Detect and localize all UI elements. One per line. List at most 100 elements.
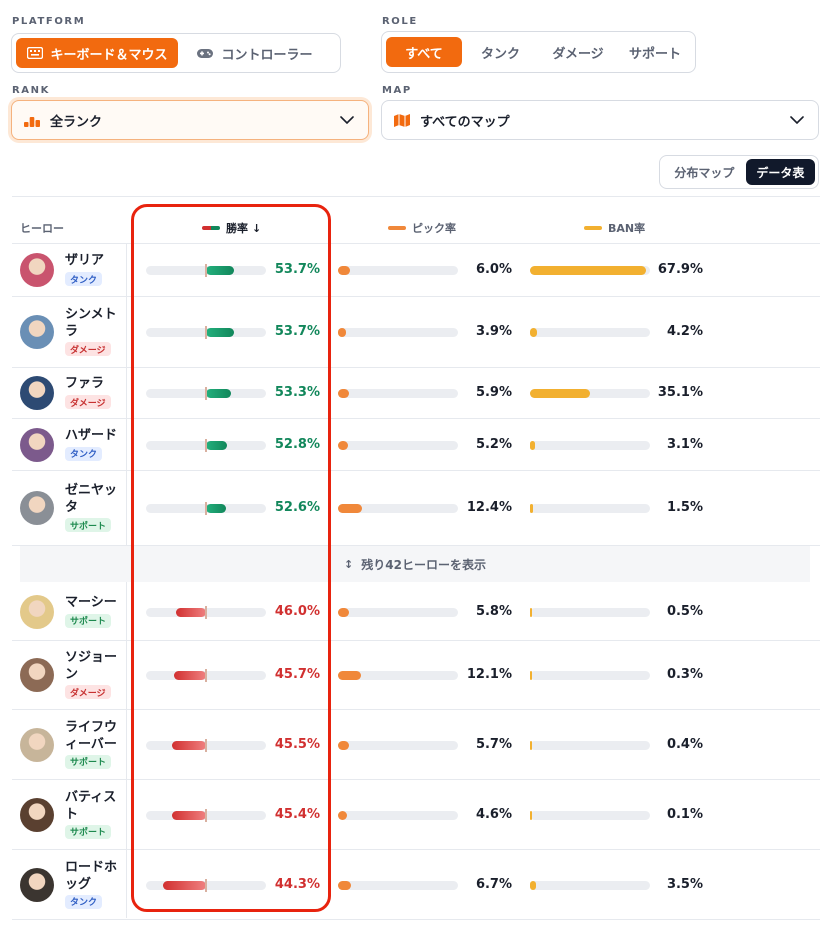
pickrate-bar	[338, 440, 458, 450]
winrate-baseline-marker	[205, 738, 207, 752]
table-row[interactable]: ソジョーン ダメージ 45.7% 12.1% 0.3%	[12, 641, 820, 710]
role-badge: サポート	[65, 754, 112, 769]
hero-name[interactable]: ロードホッグ	[65, 859, 127, 893]
pickrate-swatch	[388, 226, 406, 230]
table-row[interactable]: マーシー サポート 46.0% 5.8% 0.5%	[12, 583, 820, 641]
table-row[interactable]: ゼニヤッタ サポート 52.6% 12.4% 1.5%	[12, 471, 820, 546]
winrate-bar	[146, 438, 266, 452]
hero-avatar	[20, 797, 54, 832]
table-row[interactable]: ハザード タンク 52.8% 5.2% 3.1%	[12, 419, 820, 471]
rank-bars-icon	[24, 113, 40, 127]
pickrate-bar-fill	[338, 504, 362, 513]
distribution-map-tab[interactable]: 分布マップ	[663, 159, 746, 185]
map-select[interactable]: すべてのマップ	[381, 100, 819, 140]
pickrate-bar-fill	[338, 440, 348, 450]
gamepad-icon	[197, 48, 214, 59]
winrate-bar-fill	[163, 880, 206, 890]
table-row[interactable]: シンメトラ ダメージ 53.7% 3.9% 4.2%	[12, 297, 820, 368]
table-row[interactable]: バティスト サポート 45.4% 4.6% 0.1%	[12, 780, 820, 850]
banrate-bar	[530, 440, 650, 450]
winrate-value: 45.5%	[274, 736, 320, 752]
chevron-down-icon	[790, 116, 804, 124]
winrate-value: 52.6%	[274, 500, 320, 515]
winrate-bar-fill	[206, 328, 234, 337]
banrate-bar-fill	[530, 328, 538, 337]
hero-avatar	[20, 491, 54, 525]
hero-name[interactable]: シンメトラ	[65, 306, 127, 340]
banrate-bar	[530, 740, 650, 750]
platform-controller-label: コントローラー	[221, 47, 313, 63]
pickrate-bar	[338, 504, 458, 513]
hero-avatar	[20, 376, 54, 410]
winrate-bar-fill	[176, 607, 206, 617]
platform-label: PLATFORM	[12, 16, 86, 27]
banrate-bar-fill	[530, 504, 533, 513]
map-label: MAP	[382, 85, 412, 96]
role-damage-button[interactable]: ダメージ	[539, 37, 617, 67]
sort-desc-icon: ↓	[252, 221, 262, 235]
banrate-bar-fill	[530, 671, 532, 680]
banrate-bar-fill	[530, 440, 536, 450]
data-table-tab[interactable]: データ表	[745, 159, 815, 185]
hero-name[interactable]: ライフウィーバー	[65, 719, 127, 753]
winrate-bar	[146, 605, 266, 619]
role-badge: サポート	[65, 613, 112, 628]
pickrate-bar-fill	[338, 266, 350, 275]
role-label: ROLE	[382, 16, 418, 27]
hero-avatar	[20, 253, 54, 287]
table-row[interactable]: ザリア タンク 53.7% 6.0% 67.9%	[12, 244, 820, 297]
hero-name[interactable]: ファラ	[65, 375, 135, 392]
hero-name[interactable]: ザリア	[65, 252, 135, 269]
hero-name[interactable]: ゼニヤッタ	[65, 482, 127, 516]
hero-avatar	[20, 594, 54, 629]
banrate-bar-fill	[530, 740, 532, 750]
banrate-bar	[530, 504, 650, 513]
banrate-bar-fill	[530, 607, 532, 617]
pickrate-value: 6.0%	[475, 262, 512, 277]
role-badge: サポート	[65, 824, 112, 839]
role-all-button[interactable]: すべて	[386, 37, 462, 67]
banrate-bar	[530, 880, 650, 890]
table-row[interactable]: ロードホッグ タンク 44.3% 6.7% 3.5%	[12, 850, 820, 920]
banrate-bar	[530, 389, 650, 398]
winrate-value: 45.7%	[274, 667, 320, 682]
banrate-column-header[interactable]: BAN率	[584, 220, 645, 236]
hero-name[interactable]: バティスト	[65, 789, 127, 823]
winrate-swatch	[202, 226, 220, 230]
platform-keyboard-mouse-label: キーボード＆マウス	[50, 47, 168, 63]
platform-controller-button[interactable]: コントローラー	[180, 38, 330, 68]
winrate-bar-fill	[172, 740, 206, 750]
winrate-bar-fill	[206, 389, 231, 398]
table-row[interactable]: ファラ ダメージ 53.3% 5.9% 35.1%	[12, 368, 820, 419]
platform-keyboard-mouse-button[interactable]: キーボード＆マウス	[16, 38, 178, 68]
winrate-value: 44.3%	[274, 876, 320, 892]
pickrate-column-header[interactable]: ピック率	[388, 220, 456, 236]
show-more-heroes-button[interactable]: ↕ 残り42ヒーローを表示	[20, 546, 810, 582]
winrate-bar-fill	[206, 440, 227, 450]
banrate-value: 67.9%	[657, 262, 703, 277]
map-icon	[394, 113, 410, 127]
pickrate-bar	[338, 740, 458, 750]
map-select-value: すべてのマップ	[420, 114, 510, 130]
banrate-value: 4.2%	[666, 324, 703, 339]
rank-label: RANK	[12, 85, 50, 96]
winrate-value: 53.3%	[274, 385, 320, 400]
winrate-bar-fill	[206, 504, 226, 513]
winrate-baseline-marker	[205, 438, 207, 452]
winrate-value: 53.7%	[274, 324, 320, 339]
winrate-bar-fill	[206, 266, 234, 275]
hero-name[interactable]: ハザード	[65, 427, 135, 444]
winrate-bar	[146, 808, 266, 822]
banrate-header-label: BAN率	[608, 222, 646, 235]
pickrate-bar-fill	[338, 607, 350, 617]
rank-select[interactable]: 全ランク	[11, 100, 369, 140]
winrate-column-header[interactable]: 勝率 ↓	[202, 220, 261, 236]
hero-name[interactable]: ソジョーン	[65, 649, 127, 683]
pickrate-bar-fill	[338, 671, 362, 680]
hero-avatar	[20, 658, 54, 692]
role-tank-button[interactable]: タンク	[464, 37, 537, 67]
hero-name[interactable]: マーシー	[65, 594, 135, 611]
role-support-button[interactable]: サポート	[619, 37, 691, 67]
table-row[interactable]: ライフウィーバー サポート 45.5% 5.7% 0.4%	[12, 710, 820, 780]
banrate-bar-fill	[530, 266, 647, 275]
